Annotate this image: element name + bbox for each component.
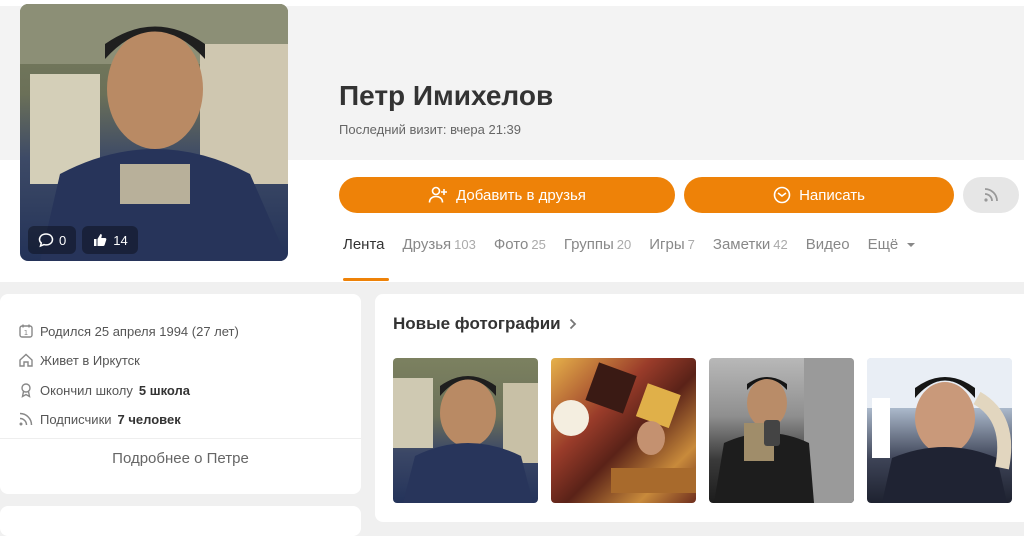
new-photos-title: Новые фотографии: [393, 314, 561, 333]
chevron-down-icon: [907, 243, 916, 247]
tab-more-label: Ещё: [867, 236, 899, 253]
tab-games[interactable]: Игры 7: [649, 236, 695, 253]
write-message-label: Написать: [799, 186, 865, 204]
likes-badge[interactable]: 14: [82, 226, 138, 254]
education-icon: [21, 383, 31, 398]
rss-icon: [19, 412, 33, 426]
photo-thumbnail[interactable]: [551, 358, 696, 503]
location-text: Живет в Иркутск: [40, 352, 140, 368]
rss-icon: [984, 188, 998, 202]
tab-friends-count: 103: [454, 237, 476, 252]
comment-icon: [38, 233, 54, 248]
subscribers-prefix: Подписчики: [40, 411, 112, 427]
avatar[interactable]: [20, 4, 288, 261]
write-message-button[interactable]: Написать: [684, 177, 954, 213]
profile-name: Петр Имихелов: [339, 80, 554, 111]
info-birthday: 1 Родился 25 апреля 1994 (27 лет): [18, 323, 239, 339]
svg-text:1: 1: [24, 329, 28, 337]
photo-image: [867, 358, 1012, 503]
school-link[interactable]: 5 школа: [139, 383, 190, 398]
add-friend-icon: [428, 186, 448, 203]
info-location: Живет в Иркутск: [18, 352, 140, 368]
tab-friends[interactable]: Друзья 103: [403, 236, 476, 253]
tab-groups[interactable]: Группы 20: [564, 236, 631, 253]
likes-count: 14: [113, 232, 128, 248]
photo-image: [393, 376, 538, 503]
tab-more[interactable]: Ещё: [868, 236, 917, 253]
tab-friends-label: Друзья: [402, 236, 452, 253]
avatar-badges: 0 14: [28, 226, 138, 254]
home-icon: [19, 353, 33, 367]
new-photos-card: Новые фотографии: [375, 294, 1024, 522]
tab-notes-label: Заметки: [712, 236, 771, 253]
calendar-icon: 1: [19, 324, 33, 338]
thumbs-up-icon: [94, 234, 107, 246]
subscribe-button[interactable]: [963, 177, 1019, 213]
chevron-right-icon: [569, 318, 576, 330]
last-visit: Последний визит: вчера 21:39: [339, 122, 521, 137]
tab-video-label: Видео: [805, 236, 850, 253]
tab-notes-count: 42: [773, 237, 788, 252]
comments-badge[interactable]: 0: [28, 226, 77, 254]
comments-count: 0: [59, 232, 67, 248]
photo-thumbnail[interactable]: [867, 358, 1012, 503]
tab-games-count: 7: [687, 237, 695, 252]
about-card: 1 Родился 25 апреля 1994 (27 лет) Живет …: [0, 294, 361, 494]
envelope-icon: [773, 186, 791, 204]
tab-feed[interactable]: Лента: [343, 236, 385, 253]
profile-tabs: Лента Друзья 103 Фото 25 Группы 20 Игры 7 За…: [343, 236, 916, 253]
photo-image: [553, 362, 696, 493]
about-divider: [0, 438, 361, 439]
active-tab-indicator: [343, 278, 389, 281]
info-subscribers: Подписчики 7 человек: [18, 411, 181, 427]
tab-groups-label: Группы: [563, 236, 614, 253]
avatar-photo: [20, 4, 288, 261]
birthday-text: Родился 25 апреля 1994 (27 лет): [40, 323, 239, 339]
more-about-link[interactable]: Подробнее о Петре: [0, 450, 361, 467]
secondary-card: [0, 506, 361, 536]
tab-video[interactable]: Видео: [806, 236, 850, 253]
tab-games-label: Игры: [649, 236, 685, 253]
add-friend-label: Добавить в друзья: [456, 186, 586, 204]
new-photos-header[interactable]: Новые фотографии: [393, 314, 577, 334]
tab-photos-label: Фото: [493, 236, 529, 253]
subscribers-link[interactable]: 7 человек: [118, 412, 181, 427]
add-friend-button[interactable]: Добавить в друзья: [339, 177, 675, 213]
tab-photos[interactable]: Фото 25: [494, 236, 546, 253]
tab-groups-count: 20: [616, 237, 632, 252]
school-prefix: Окончил школу: [40, 382, 133, 398]
info-school: Окончил школу 5 школа: [18, 382, 190, 398]
tab-feed-label: Лента: [343, 236, 385, 253]
photo-image: [714, 358, 854, 503]
tab-photos-count: 25: [531, 237, 546, 252]
photo-thumbnail[interactable]: [709, 358, 854, 503]
photo-thumbnail[interactable]: [393, 358, 538, 503]
tab-notes[interactable]: Заметки 42: [713, 236, 788, 253]
